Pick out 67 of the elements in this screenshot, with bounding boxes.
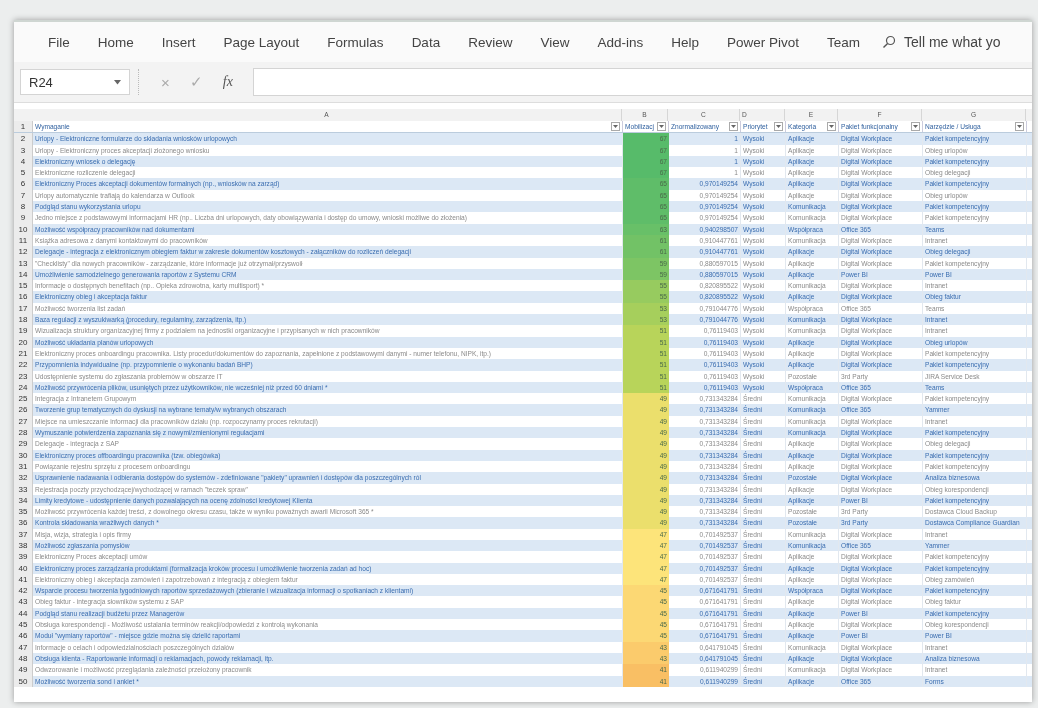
ribbon-tab[interactable]: Insert <box>147 34 210 50</box>
row-number[interactable]: 1 <box>14 121 33 133</box>
ribbon-tab[interactable]: Team <box>813 34 875 50</box>
tell-me-search[interactable]: Tell me what yo <box>904 34 1001 50</box>
insert-function-button[interactable]: fx <box>222 74 233 90</box>
ribbon-tab[interactable]: Home <box>83 34 148 50</box>
row-number[interactable]: 15 <box>14 280 33 292</box>
row-number[interactable]: 8 <box>14 201 33 213</box>
row-number[interactable]: 29 <box>14 438 33 450</box>
filter-button[interactable] <box>657 122 666 132</box>
row-number[interactable]: 22 <box>14 359 33 371</box>
row-number[interactable]: 46 <box>14 630 33 642</box>
row-number[interactable]: 26 <box>14 404 33 416</box>
row-number[interactable]: 33 <box>14 483 33 495</box>
row-number[interactable]: 36 <box>14 517 33 529</box>
row-number[interactable]: 18 <box>14 314 33 326</box>
row-number[interactable]: 9 <box>14 212 33 224</box>
row-number[interactable]: 2 <box>14 133 33 145</box>
row-number[interactable]: 43 <box>14 596 33 608</box>
row-number[interactable]: 30 <box>14 449 33 461</box>
row-number[interactable]: 49 <box>14 664 33 676</box>
filter-button[interactable] <box>911 122 920 132</box>
dropdown-caret-icon <box>913 125 918 129</box>
filter-button[interactable] <box>611 122 620 132</box>
filter-button[interactable] <box>1015 122 1024 132</box>
ribbon-tab[interactable]: Power Pivot <box>713 34 814 50</box>
dropdown-caret-icon <box>1017 125 1022 129</box>
row-number[interactable]: 45 <box>14 619 33 631</box>
row-number[interactable]: 6 <box>14 178 33 190</box>
ribbon-tab[interactable]: View <box>526 34 584 50</box>
row-number[interactable]: 10 <box>14 223 33 235</box>
row-number[interactable]: 50 <box>14 675 33 687</box>
row-number[interactable]: 5 <box>14 167 33 179</box>
row-number[interactable]: 20 <box>14 336 33 348</box>
row-number[interactable]: 19 <box>14 325 33 337</box>
ribbon-tab[interactable]: Page Layout <box>209 34 314 50</box>
dropdown-caret-icon <box>731 125 736 129</box>
formula-input-field[interactable] <box>252 68 1032 96</box>
ribbon-tab[interactable]: File <box>34 34 84 50</box>
row-number[interactable]: 28 <box>14 427 33 439</box>
filter-button[interactable] <box>827 122 836 132</box>
dropdown-caret-icon <box>613 125 618 129</box>
row-number[interactable]: 37 <box>14 528 33 540</box>
row-number[interactable]: 32 <box>14 472 33 484</box>
row-number[interactable]: 47 <box>14 641 33 653</box>
ribbon-tab[interactable]: Help <box>657 34 713 50</box>
ribbon-tab[interactable]: Data <box>397 34 455 50</box>
dropdown-caret-icon <box>114 79 121 85</box>
row-number[interactable]: 39 <box>14 551 33 563</box>
search-icon <box>882 35 897 49</box>
filter-button[interactable] <box>729 122 738 132</box>
ribbon-tab[interactable]: Review <box>454 34 527 50</box>
name-box[interactable]: R24 <box>20 69 130 95</box>
row-number[interactable]: 42 <box>14 585 33 597</box>
row-number[interactable]: 16 <box>14 291 33 303</box>
filter-button[interactable] <box>774 122 783 132</box>
row-number[interactable]: 3 <box>14 144 33 156</box>
dropdown-caret-icon <box>829 125 834 129</box>
row-number[interactable]: 13 <box>14 257 33 269</box>
dropdown-caret-icon <box>776 125 781 129</box>
ribbon-tab[interactable]: Add-ins <box>583 34 658 50</box>
dropdown-caret-icon <box>659 125 664 129</box>
row-number[interactable]: 23 <box>14 370 33 382</box>
ribbon-tab[interactable]: Formulas <box>313 34 398 50</box>
row-number[interactable]: 12 <box>14 246 33 258</box>
cell-reference: R24 <box>29 74 53 90</box>
row-number[interactable]: 40 <box>14 562 33 574</box>
